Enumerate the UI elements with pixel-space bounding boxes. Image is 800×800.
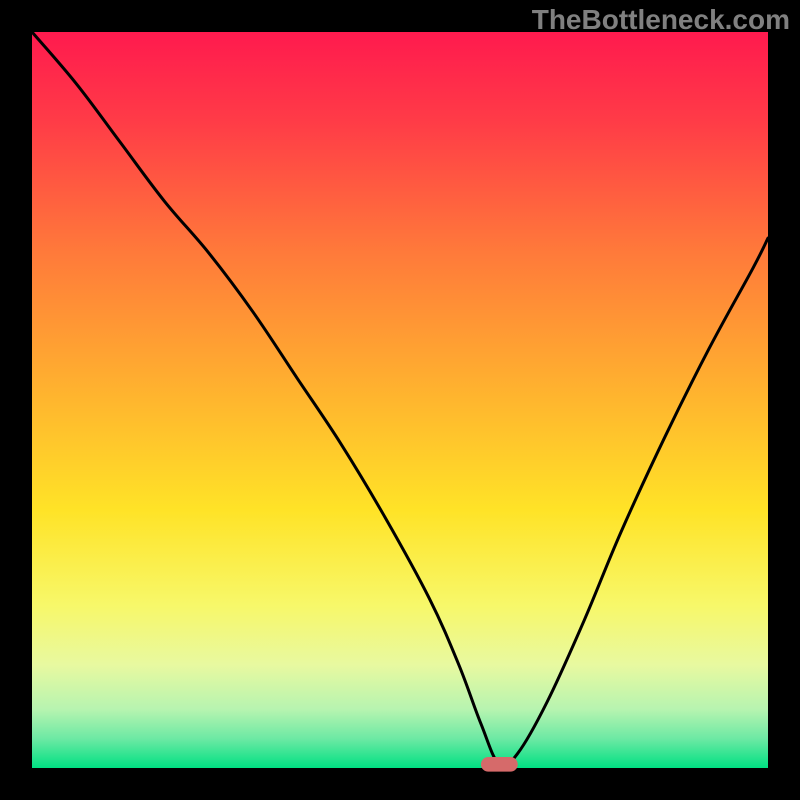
- watermark-text: TheBottleneck.com: [532, 4, 790, 36]
- bottleneck-chart: [0, 0, 800, 800]
- optimal-point-marker: [481, 757, 518, 772]
- chart-container: TheBottleneck.com: [0, 0, 800, 800]
- chart-plot-area: [32, 32, 768, 768]
